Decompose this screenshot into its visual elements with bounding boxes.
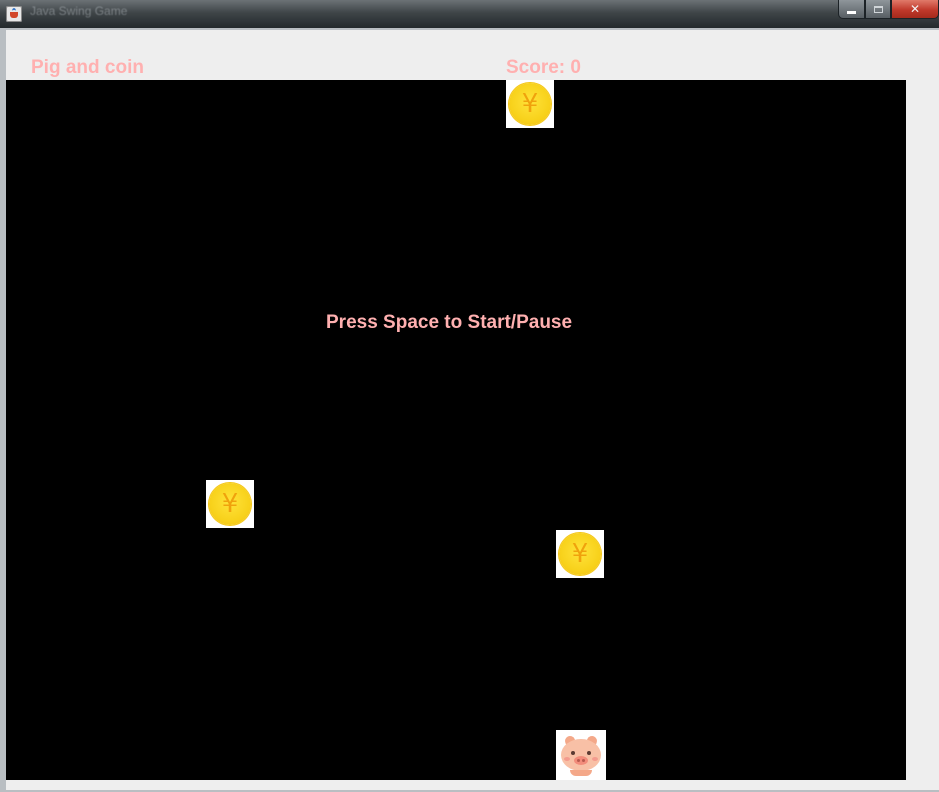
game-board[interactable]: ¥ Press Space to Start/Pause ¥ ¥	[6, 80, 906, 780]
pig-player[interactable]	[556, 730, 606, 780]
maximize-icon	[873, 5, 883, 13]
pig-snout	[574, 756, 588, 765]
coin: ¥	[556, 530, 604, 578]
coin: ¥	[206, 480, 254, 528]
game-title: Pig and coin	[31, 57, 144, 78]
pig-cheek	[564, 757, 570, 761]
close-button[interactable]: ✕	[891, 0, 939, 19]
pig-icon	[561, 739, 601, 771]
pig-cheek	[592, 757, 598, 761]
maximize-button[interactable]	[865, 0, 891, 19]
close-icon: ✕	[909, 2, 921, 16]
minimize-button[interactable]	[838, 0, 865, 19]
window-frame: Pig and coin Score: 0 ¥ Press Space to S…	[0, 28, 939, 792]
coin: ¥	[506, 80, 554, 128]
pig-feet	[570, 770, 592, 776]
window-titlebar: Java Swing Game ✕	[0, 0, 939, 28]
pig-eye	[587, 751, 591, 755]
window-title: Java Swing Game	[30, 4, 128, 18]
yen-coin-icon: ¥	[209, 483, 251, 525]
java-app-icon[interactable]	[6, 6, 22, 22]
start-pause-message: Press Space to Start/Pause	[326, 312, 573, 333]
game-panel: Pig and coin Score: 0 ¥ Press Space to S…	[6, 30, 939, 790]
pig-eye	[571, 751, 575, 755]
score-label: Score: 0	[506, 57, 581, 78]
yen-coin-icon: ¥	[509, 83, 551, 125]
yen-coin-icon: ¥	[559, 533, 601, 575]
window-controls: ✕	[838, 0, 939, 20]
minimize-icon	[847, 10, 856, 14]
